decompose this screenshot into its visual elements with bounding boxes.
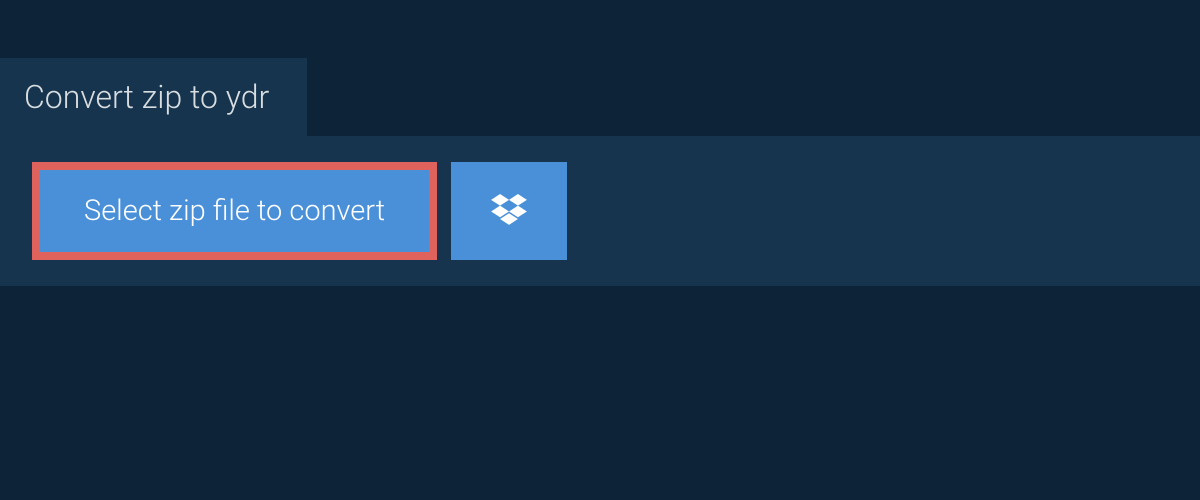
dropbox-button[interactable] [451,162,567,260]
tab-header[interactable]: Convert zip to ydr [0,58,307,136]
select-file-button[interactable]: Select zip file to convert [32,162,437,260]
tab-header-label: Convert zip to ydr [24,78,269,116]
upload-panel: Select zip file to convert [0,136,1200,286]
dropbox-icon [491,194,527,228]
button-row: Select zip file to convert [32,162,1168,260]
select-file-button-label: Select zip file to convert [84,194,385,228]
